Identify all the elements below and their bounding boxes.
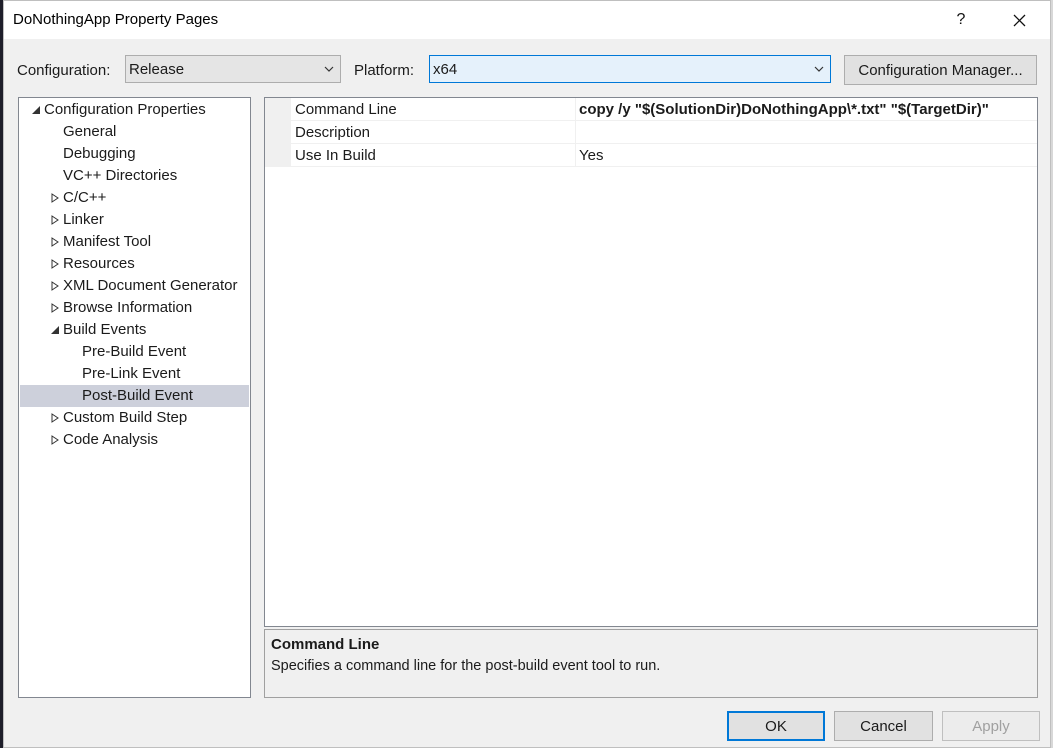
tree-item-label: Code Analysis (63, 431, 159, 448)
tree-item[interactable]: XML Document Generator (20, 275, 249, 297)
column-divider (575, 121, 576, 144)
cancel-button[interactable]: Cancel (834, 711, 933, 741)
row-gutter (265, 144, 291, 167)
tree-item-label: Browse Information (63, 299, 193, 316)
collapsed-triangle-icon[interactable] (50, 215, 60, 225)
property-row[interactable]: Command Line copy /y "$(SolutionDir)DoNot… (265, 98, 1037, 121)
tree-item-label: Post-Build Event (82, 387, 193, 404)
platform-dropdown[interactable]: x64 (429, 55, 831, 83)
tree-item-label: General (63, 123, 117, 140)
property-name: Command Line (295, 101, 397, 118)
tree-item-label: Configuration Properties (44, 101, 206, 118)
tree-item-label: Pre-Build Event (82, 343, 187, 360)
tree-item[interactable]: Custom Build Step (20, 407, 249, 429)
tree-item[interactable]: Browse Information (20, 297, 249, 319)
expanded-triangle-icon[interactable] (50, 325, 60, 335)
row-gutter (265, 98, 291, 121)
tree-item[interactable]: Build Events (20, 319, 249, 341)
apply-button[interactable]: Apply (942, 711, 1040, 741)
expanded-triangle-icon[interactable] (31, 105, 41, 115)
tree-item-label: Debugging (63, 145, 136, 162)
tree-item-label: Build Events (63, 321, 147, 338)
property-row[interactable]: Use In Build Yes (265, 144, 1037, 167)
collapsed-triangle-icon[interactable] (50, 413, 60, 423)
platform-label: Platform: (354, 62, 415, 79)
window-title: DoNothingApp Property Pages (13, 11, 219, 28)
collapsed-triangle-icon[interactable] (50, 303, 60, 313)
tree-item[interactable]: Configuration Properties (20, 99, 249, 121)
property-tree[interactable]: Configuration Properties General Debugging… (18, 97, 251, 698)
property-name: Use In Build (295, 147, 376, 164)
tree-item-label: Pre-Link Event (82, 365, 181, 382)
property-name: Description (295, 124, 371, 141)
tree-item-label: C/C++ (63, 189, 107, 206)
tree-item[interactable]: Pre-Link Event (20, 363, 249, 385)
collapsed-triangle-icon[interactable] (50, 435, 60, 445)
tree-item[interactable]: Code Analysis (20, 429, 249, 451)
configuration-label: Configuration: (17, 62, 111, 79)
tree-item[interactable]: General (20, 121, 249, 143)
tree-item[interactable]: Pre-Build Event (20, 341, 249, 363)
tree-item[interactable]: VC++ Directories (20, 165, 249, 187)
property-pages-dialog: DoNothingApp Property Pages ? Configurat… (3, 0, 1051, 748)
tree-item-label: Manifest Tool (63, 233, 152, 250)
close-icon (1013, 14, 1025, 26)
collapsed-triangle-icon[interactable] (50, 193, 60, 203)
help-button[interactable]: ? (938, 1, 984, 39)
tree-item-label: VC++ Directories (63, 167, 178, 184)
column-divider (575, 144, 576, 167)
property-value[interactable]: copy /y "$(SolutionDir)DoNothingApp\*.tx… (579, 101, 989, 118)
tree-item[interactable]: Post-Build Event (20, 385, 249, 407)
column-divider (575, 98, 576, 121)
platform-value: x64 (433, 60, 458, 78)
property-grid[interactable]: Command Line copy /y "$(SolutionDir)DoNot… (264, 97, 1038, 627)
collapsed-triangle-icon[interactable] (50, 237, 60, 247)
title-bar: DoNothingApp Property Pages ? (4, 1, 1050, 39)
description-title: Command Line (271, 636, 380, 653)
chevron-down-icon (814, 66, 824, 72)
chevron-down-icon (324, 66, 334, 72)
property-value[interactable]: Yes (579, 147, 603, 164)
tree-item-label: Linker (63, 211, 104, 228)
configuration-dropdown[interactable]: Release (125, 55, 341, 83)
description-text: Specifies a command line for the post-bu… (271, 658, 661, 674)
tree-item-label: Custom Build Step (63, 409, 188, 426)
tree-item[interactable]: Manifest Tool (20, 231, 249, 253)
tree-item-label: Resources (63, 255, 135, 272)
tree-item[interactable]: Debugging (20, 143, 249, 165)
property-row[interactable]: Description (265, 121, 1037, 144)
collapsed-triangle-icon[interactable] (50, 259, 60, 269)
description-panel: Command Line Specifies a command line fo… (264, 629, 1038, 698)
collapsed-triangle-icon[interactable] (50, 281, 60, 291)
configuration-value: Release (129, 60, 185, 78)
tree-item[interactable]: Resources (20, 253, 249, 275)
row-gutter (265, 121, 291, 144)
tree-item-label: XML Document Generator (63, 277, 238, 294)
tree-item[interactable]: Linker (20, 209, 249, 231)
configuration-manager-button[interactable]: Configuration Manager... (844, 55, 1037, 85)
ok-button[interactable]: OK (727, 711, 825, 741)
close-button[interactable] (996, 1, 1042, 39)
tree-item[interactable]: C/C++ (20, 187, 249, 209)
